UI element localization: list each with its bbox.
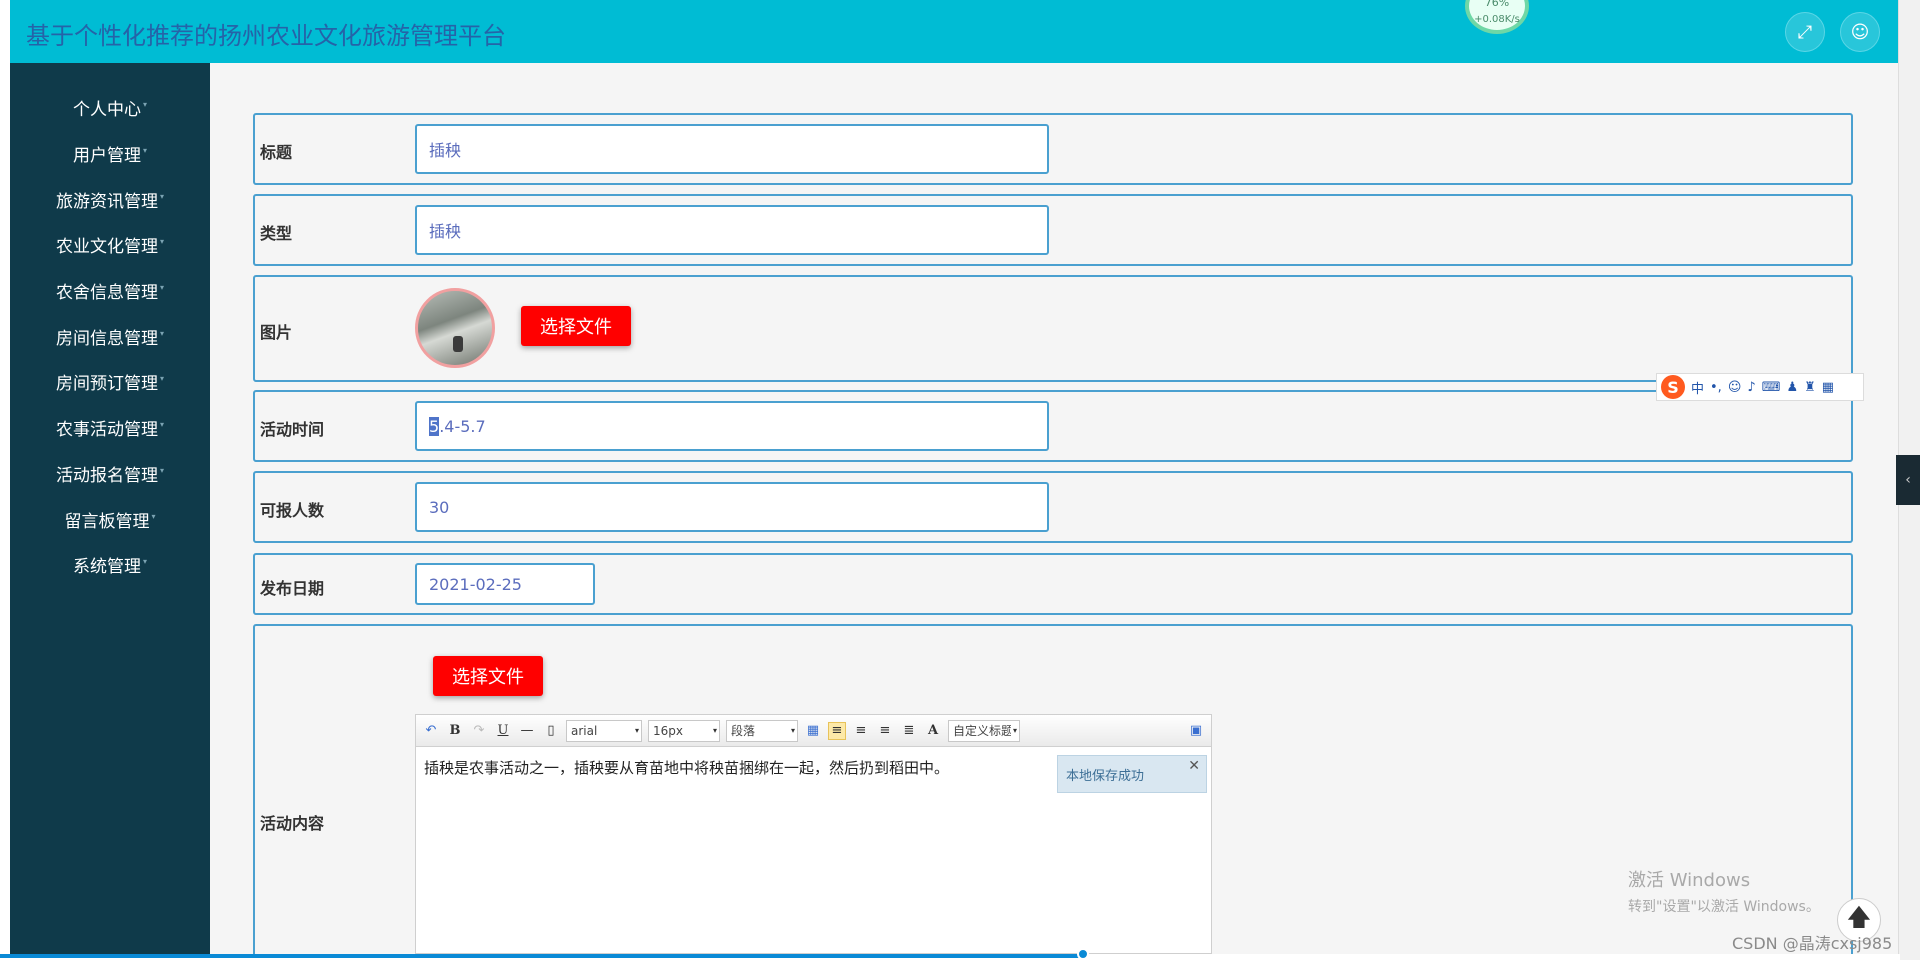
sidebar-item-travel-news[interactable]: 旅游资讯管理 ▾ [10,176,210,222]
sidebar-item-farmhouse-info[interactable]: 农舍信息管理 ▾ [10,268,210,314]
chevron-down-icon: ▾ [159,237,164,247]
form-row-capacity: 可报人数 30 [253,471,1853,543]
sogou-logo-icon[interactable]: S [1661,375,1685,399]
form-row-title: 标题 插秧 [253,113,1853,185]
top-header: 基于个性化推荐的扬州农业文化旅游管理平台 76% +0.08K/s ⤢ ☺ [10,0,1898,63]
custom-title-select[interactable]: 自定义标题 ▾ [948,719,1020,742]
network-percent: 76% [1484,0,1510,9]
microphone-icon[interactable]: ♪ [1747,380,1755,395]
skin-icon[interactable]: ♜ [1804,380,1816,395]
form-row-content: 活动内容 选择文件 ↶ B ↷ U — ▯ arial ▾ 16px ▾ 段落 ▾ ▦… [253,624,1853,960]
sidebar-item-agri-culture[interactable]: 农业文化管理 ▾ [10,222,210,268]
horizontal-rule-icon[interactable]: — [518,722,536,740]
activity-time-text: .4-5.7 [439,416,486,436]
selected-text: 5 [429,416,440,436]
chevron-down-icon: ▾ [159,191,164,201]
sidebar-item-activity-signup[interactable]: 活动报名管理 ▾ [10,451,210,497]
publish-date-label: 发布日期 [260,579,325,598]
title-input[interactable]: 插秧 [415,124,1049,174]
csdn-watermark: CSDN @晶涛cxsj985 [1732,934,1893,953]
keyboard-icon[interactable]: ⌨ [1762,380,1781,395]
chevron-down-icon: ▾ [159,420,164,430]
align-center-icon[interactable]: ≡ [876,722,894,740]
fullscreen-icon[interactable]: ⤢ [1785,12,1825,52]
chevron-down-icon: ▾ [142,146,147,156]
image-thumbnail [415,288,495,368]
bold-icon[interactable]: B [446,722,464,740]
chevron-down-icon: ▾ [159,465,164,475]
type-input[interactable]: 插秧 [415,205,1049,255]
form-row-activity-time: 活动时间 5.4-5.7 [253,390,1853,462]
table-icon[interactable]: ▦ [804,722,822,740]
sidebar-item-user-management[interactable]: 用户管理 ▾ [10,131,210,177]
page-icon[interactable]: ▯ [542,722,560,740]
underline-icon[interactable]: U [494,722,512,740]
paragraph-select[interactable]: 段落 ▾ [726,719,798,742]
horizontal-scrollbar[interactable] [0,948,1900,960]
user-icon[interactable]: ♟ [1786,380,1798,395]
image-label: 图片 [260,323,293,342]
save-toast: 本地保存成功 ✕ [1057,755,1207,793]
chevron-down-icon: ▾ [159,283,164,293]
redo-icon[interactable]: ↷ [470,722,488,740]
activity-time-input[interactable]: 5.4-5.7 [415,401,1049,451]
main-content: 标题 插秧 类型 插秧 图片 选择文件 活动时间 5.4-5.7 可报人数 30… [210,63,1898,960]
undo-icon[interactable]: ↶ [422,722,440,740]
font-color-icon[interactable]: A [924,722,942,740]
dropdown-arrow-icon: ▾ [1012,726,1017,735]
rich-text-editor: ↶ B ↷ U — ▯ arial ▾ 16px ▾ 段落 ▾ ▦ ≡ ≡ ≡ ≣ A… [415,714,1212,954]
form-row-image: 图片 选择文件 [253,275,1853,382]
form-row-type: 类型 插秧 [253,194,1853,266]
sidebar-item-system[interactable]: 系统管理 ▾ [10,542,210,588]
user-icon[interactable]: ☺ [1840,12,1880,52]
sidebar: 个人中心 ▾ 用户管理 ▾ 旅游资讯管理 ▾ 农业文化管理 ▾ 农舍信息管理 ▾ 房间信息… [10,63,210,960]
editor-toolbar: ↶ B ↷ U — ▯ arial ▾ 16px ▾ 段落 ▾ ▦ ≡ ≡ ≡ ≣ A… [416,715,1211,747]
ime-toolbar: S 中 •, ☺ ♪ ⌨ ♟ ♜ ▦ [1656,373,1864,401]
windows-activation-watermark: 激活 Windows 转到"设置"以激活 Windows。 [1628,870,1820,915]
app-title: 基于个性化推荐的扬州农业文化旅游管理平台 [26,22,506,50]
collapse-panel-button[interactable]: ‹ [1896,455,1920,505]
activity-time-label: 活动时间 [260,420,325,439]
align-justify-icon[interactable]: ≣ [900,722,918,740]
chevron-down-icon: ▾ [159,328,164,338]
font-family-select[interactable]: arial ▾ [566,719,642,742]
align-right-icon[interactable]: ≡ [852,722,870,740]
dropdown-arrow-icon: ▾ [790,726,795,735]
align-left-icon[interactable]: ≡ [828,721,846,740]
title-label: 标题 [260,143,293,162]
sidebar-item-room-booking[interactable]: 房间预订管理 ▾ [10,359,210,405]
chevron-down-icon: ▾ [142,557,147,567]
preview-icon[interactable]: ▣ [1187,722,1205,740]
chevron-down-icon: ▾ [151,511,156,521]
sidebar-item-message-board[interactable]: 留言板管理 ▾ [10,496,210,542]
image-choose-file-button[interactable]: 选择文件 [521,306,631,346]
sidebar-item-personal-center[interactable]: 个人中心 ▾ [10,85,210,131]
chevron-down-icon: ▾ [159,374,164,384]
dropdown-arrow-icon: ▾ [712,726,717,735]
punctuation-icon[interactable]: •, [1710,380,1722,395]
emoji-icon[interactable]: ☺ [1728,380,1742,395]
sidebar-item-farm-activity[interactable]: 农事活动管理 ▾ [10,405,210,451]
font-size-select[interactable]: 16px ▾ [648,719,720,742]
scroll-handle[interactable] [1077,948,1089,960]
capacity-input[interactable]: 30 [415,482,1049,532]
type-label: 类型 [260,224,293,243]
chevron-down-icon: ▾ [142,100,147,110]
close-icon[interactable]: ✕ [1188,758,1200,774]
capacity-label: 可报人数 [260,501,325,520]
sidebar-item-room-info[interactable]: 房间信息管理 ▾ [10,313,210,359]
network-speed-widget[interactable]: 76% +0.08K/s [1465,0,1529,34]
grid-icon[interactable]: ▦ [1822,380,1834,395]
content-choose-file-button[interactable]: 选择文件 [433,656,543,696]
form-row-publish-date: 发布日期 2021-02-25 [253,553,1853,615]
publish-date-input[interactable]: 2021-02-25 [415,563,595,605]
content-label: 活动内容 [260,814,325,833]
network-speed: +0.08K/s [1474,14,1520,25]
ime-mode-label[interactable]: 中 [1691,378,1704,397]
dropdown-arrow-icon: ▾ [634,726,639,735]
scroll-progress [0,954,1083,958]
